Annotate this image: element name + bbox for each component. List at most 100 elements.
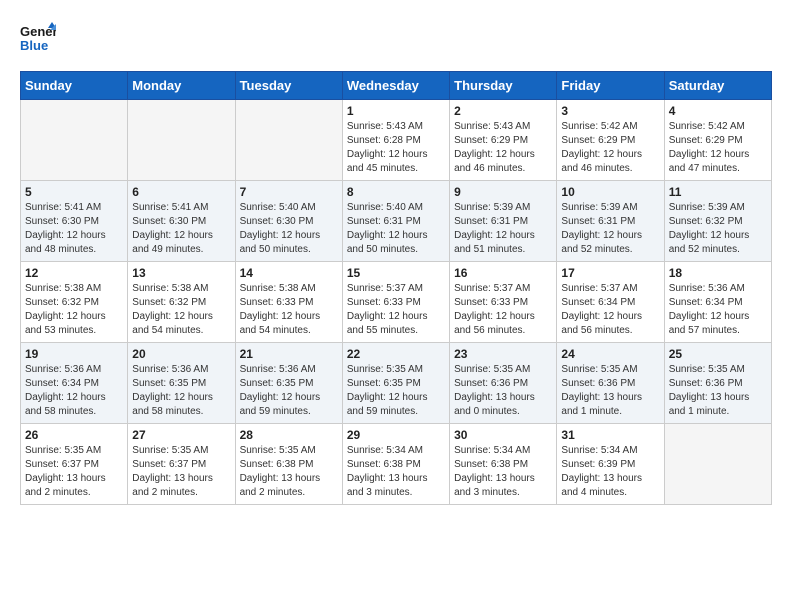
calendar-week-row: 19 Sunrise: 5:36 AM Sunset: 6:34 PM Dayli… xyxy=(21,343,772,424)
calendar-week-row: 26 Sunrise: 5:35 AM Sunset: 6:37 PM Dayli… xyxy=(21,424,772,505)
calendar-cell: 31Sunrise: 5:34 AM Sunset: 6:39 PM Dayli… xyxy=(557,424,664,505)
day-number: 28 xyxy=(240,428,338,442)
day-info: Sunrise: 5:37 AM Sunset: 6:33 PM Dayligh… xyxy=(454,282,552,338)
calendar-week-row: 5 Sunrise: 5:41 AM Sunset: 6:30 PM Daylig… xyxy=(21,181,772,262)
calendar-cell: 8 Sunrise: 5:40 AM Sunset: 6:31 PM Daylig… xyxy=(342,181,449,262)
logo-icon: General Blue xyxy=(20,20,56,56)
day-number: 5 xyxy=(25,185,123,199)
day-info: Sunrise: 5:40 AM Sunset: 6:31 PM Dayligh… xyxy=(347,201,445,257)
day-number: 3 xyxy=(561,104,659,118)
day-info: Sunrise: 5:35 AM Sunset: 6:37 PM Dayligh… xyxy=(25,444,123,500)
day-info: Sunrise: 5:36 AM Sunset: 6:35 PM Dayligh… xyxy=(240,363,338,419)
calendar-cell: 13Sunrise: 5:38 AM Sunset: 6:32 PM Dayli… xyxy=(128,262,235,343)
calendar-cell: 5 Sunrise: 5:41 AM Sunset: 6:30 PM Daylig… xyxy=(21,181,128,262)
calendar-cell: 29 Sunrise: 5:34 AM Sunset: 6:38 PM Dayli… xyxy=(342,424,449,505)
day-info: Sunrise: 5:39 AM Sunset: 6:32 PM Dayligh… xyxy=(669,201,767,257)
day-header-thursday: Thursday xyxy=(450,72,557,100)
day-number: 29 xyxy=(347,428,445,442)
day-info: Sunrise: 5:36 AM Sunset: 6:34 PM Dayligh… xyxy=(25,363,123,419)
day-number: 6 xyxy=(132,185,230,199)
day-info: Sunrise: 5:36 AM Sunset: 6:34 PM Dayligh… xyxy=(669,282,767,338)
page-header: General Blue xyxy=(20,20,772,61)
day-info: Sunrise: 5:42 AM Sunset: 6:29 PM Dayligh… xyxy=(669,120,767,176)
day-number: 8 xyxy=(347,185,445,199)
day-number: 15 xyxy=(347,266,445,280)
day-number: 1 xyxy=(347,104,445,118)
day-info: Sunrise: 5:39 AM Sunset: 6:31 PM Dayligh… xyxy=(454,201,552,257)
calendar-cell: 2 Sunrise: 5:43 AM Sunset: 6:29 PM Daylig… xyxy=(450,100,557,181)
calendar-cell: 11 Sunrise: 5:39 AM Sunset: 6:32 PM Dayli… xyxy=(664,181,771,262)
calendar-cell: 6 Sunrise: 5:41 AM Sunset: 6:30 PM Daylig… xyxy=(128,181,235,262)
calendar-cell: 20 Sunrise: 5:36 AM Sunset: 6:35 PM Dayli… xyxy=(128,343,235,424)
day-number: 30 xyxy=(454,428,552,442)
day-info: Sunrise: 5:37 AM Sunset: 6:34 PM Dayligh… xyxy=(561,282,659,338)
day-info: Sunrise: 5:38 AM Sunset: 6:32 PM Dayligh… xyxy=(132,282,230,338)
calendar-cell: 28Sunrise: 5:35 AM Sunset: 6:38 PM Dayli… xyxy=(235,424,342,505)
calendar-cell: 21 Sunrise: 5:36 AM Sunset: 6:35 PM Dayli… xyxy=(235,343,342,424)
day-info: Sunrise: 5:43 AM Sunset: 6:29 PM Dayligh… xyxy=(454,120,552,176)
day-info: Sunrise: 5:42 AM Sunset: 6:29 PM Dayligh… xyxy=(561,120,659,176)
calendar-cell: 9 Sunrise: 5:39 AM Sunset: 6:31 PM Daylig… xyxy=(450,181,557,262)
calendar-cell: 14 Sunrise: 5:38 AM Sunset: 6:33 PM Dayli… xyxy=(235,262,342,343)
day-number: 19 xyxy=(25,347,123,361)
day-number: 17 xyxy=(561,266,659,280)
day-info: Sunrise: 5:38 AM Sunset: 6:32 PM Dayligh… xyxy=(25,282,123,338)
calendar-cell: 19 Sunrise: 5:36 AM Sunset: 6:34 PM Dayli… xyxy=(21,343,128,424)
calendar-cell: 24 Sunrise: 5:35 AM Sunset: 6:36 PM Dayli… xyxy=(557,343,664,424)
day-number: 20 xyxy=(132,347,230,361)
day-info: Sunrise: 5:36 AM Sunset: 6:35 PM Dayligh… xyxy=(132,363,230,419)
calendar-cell xyxy=(664,424,771,505)
day-number: 24 xyxy=(561,347,659,361)
day-number: 11 xyxy=(669,185,767,199)
calendar-cell: 16Sunrise: 5:37 AM Sunset: 6:33 PM Dayli… xyxy=(450,262,557,343)
day-number: 14 xyxy=(240,266,338,280)
calendar-cell: 1Sunrise: 5:43 AM Sunset: 6:28 PM Daylig… xyxy=(342,100,449,181)
day-header-saturday: Saturday xyxy=(664,72,771,100)
day-header-sunday: Sunday xyxy=(21,72,128,100)
day-info: Sunrise: 5:37 AM Sunset: 6:33 PM Dayligh… xyxy=(347,282,445,338)
calendar-cell: 23Sunrise: 5:35 AM Sunset: 6:36 PM Dayli… xyxy=(450,343,557,424)
calendar-cell xyxy=(235,100,342,181)
days-header-row: SundayMondayTuesdayWednesdayThursdayFrid… xyxy=(21,72,772,100)
calendar-cell: 25Sunrise: 5:35 AM Sunset: 6:36 PM Dayli… xyxy=(664,343,771,424)
day-number: 18 xyxy=(669,266,767,280)
calendar-cell: 18 Sunrise: 5:36 AM Sunset: 6:34 PM Dayli… xyxy=(664,262,771,343)
day-number: 26 xyxy=(25,428,123,442)
day-info: Sunrise: 5:38 AM Sunset: 6:33 PM Dayligh… xyxy=(240,282,338,338)
calendar-week-row: 1Sunrise: 5:43 AM Sunset: 6:28 PM Daylig… xyxy=(21,100,772,181)
logo: General Blue xyxy=(20,20,56,61)
day-info: Sunrise: 5:35 AM Sunset: 6:36 PM Dayligh… xyxy=(561,363,659,419)
calendar-week-row: 12Sunrise: 5:38 AM Sunset: 6:32 PM Dayli… xyxy=(21,262,772,343)
calendar-cell: 12Sunrise: 5:38 AM Sunset: 6:32 PM Dayli… xyxy=(21,262,128,343)
day-number: 25 xyxy=(669,347,767,361)
calendar-cell: 7 Sunrise: 5:40 AM Sunset: 6:30 PM Daylig… xyxy=(235,181,342,262)
calendar-cell: 17 Sunrise: 5:37 AM Sunset: 6:34 PM Dayli… xyxy=(557,262,664,343)
calendar-cell: 15 Sunrise: 5:37 AM Sunset: 6:33 PM Dayli… xyxy=(342,262,449,343)
day-info: Sunrise: 5:34 AM Sunset: 6:38 PM Dayligh… xyxy=(347,444,445,500)
calendar-cell: 27 Sunrise: 5:35 AM Sunset: 6:37 PM Dayli… xyxy=(128,424,235,505)
day-header-tuesday: Tuesday xyxy=(235,72,342,100)
day-number: 7 xyxy=(240,185,338,199)
day-info: Sunrise: 5:35 AM Sunset: 6:37 PM Dayligh… xyxy=(132,444,230,500)
day-info: Sunrise: 5:40 AM Sunset: 6:30 PM Dayligh… xyxy=(240,201,338,257)
calendar-cell: 26 Sunrise: 5:35 AM Sunset: 6:37 PM Dayli… xyxy=(21,424,128,505)
calendar-cell: 22Sunrise: 5:35 AM Sunset: 6:35 PM Dayli… xyxy=(342,343,449,424)
calendar-cell: 30Sunrise: 5:34 AM Sunset: 6:38 PM Dayli… xyxy=(450,424,557,505)
calendar-cell: 10Sunrise: 5:39 AM Sunset: 6:31 PM Dayli… xyxy=(557,181,664,262)
day-number: 4 xyxy=(669,104,767,118)
calendar-cell: 3 Sunrise: 5:42 AM Sunset: 6:29 PM Daylig… xyxy=(557,100,664,181)
calendar-cell xyxy=(128,100,235,181)
day-info: Sunrise: 5:41 AM Sunset: 6:30 PM Dayligh… xyxy=(25,201,123,257)
day-info: Sunrise: 5:35 AM Sunset: 6:36 PM Dayligh… xyxy=(454,363,552,419)
day-header-friday: Friday xyxy=(557,72,664,100)
day-number: 27 xyxy=(132,428,230,442)
day-number: 22 xyxy=(347,347,445,361)
day-number: 9 xyxy=(454,185,552,199)
svg-text:Blue: Blue xyxy=(20,38,48,53)
day-header-monday: Monday xyxy=(128,72,235,100)
calendar-table: SundayMondayTuesdayWednesdayThursdayFrid… xyxy=(20,71,772,505)
day-number: 10 xyxy=(561,185,659,199)
day-info: Sunrise: 5:41 AM Sunset: 6:30 PM Dayligh… xyxy=(132,201,230,257)
day-number: 21 xyxy=(240,347,338,361)
day-number: 2 xyxy=(454,104,552,118)
